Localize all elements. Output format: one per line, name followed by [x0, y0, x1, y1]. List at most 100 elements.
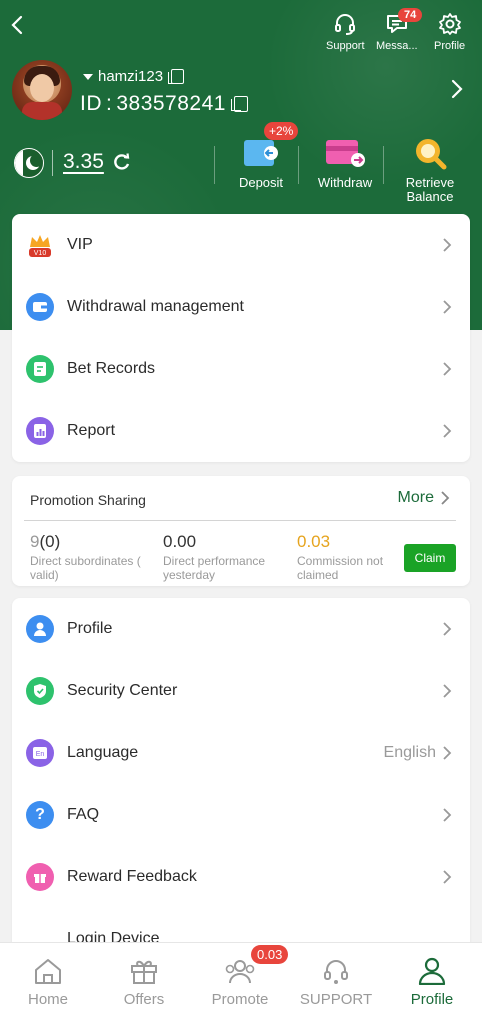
chevron-right-icon	[443, 746, 452, 760]
user-icon	[418, 957, 446, 985]
deposit-button[interactable]: Deposit	[232, 136, 290, 190]
copy-id-icon[interactable]	[230, 96, 248, 112]
chevron-right-icon	[443, 870, 452, 884]
profile-top-button[interactable]: Profile	[434, 12, 465, 52]
question-icon: ?	[26, 801, 54, 829]
chevron-right-icon	[443, 622, 452, 636]
user-id-row: ID: 383578241	[80, 92, 248, 116]
tab-offers[interactable]: Offers	[96, 957, 192, 1008]
tab-home[interactable]: Home	[0, 957, 96, 1008]
messages-badge: 74	[398, 8, 423, 22]
report-chart-icon	[26, 417, 54, 445]
profile-top-label: Profile	[434, 40, 466, 52]
wallet-icon	[26, 293, 54, 321]
menu-item-bet-records[interactable]: Bet Records	[12, 338, 470, 400]
promotion-sharing-card: Promotion Sharing More 9(0) Direct subor…	[12, 476, 470, 586]
promote-people-icon	[225, 960, 255, 984]
tab-support[interactable]: SUPPORT	[288, 957, 384, 1008]
action-separator	[214, 146, 215, 184]
tab-label: SUPPORT	[299, 991, 373, 1008]
menu-item-label: VIP	[67, 236, 93, 253]
gift-box-icon	[131, 960, 157, 984]
chevron-right-icon	[443, 238, 452, 252]
performance-stat: 0.00 Direct performance yesterday	[163, 532, 287, 582]
menu-item-reward-feedback[interactable]: Reward Feedback	[12, 846, 470, 908]
deposit-bonus-badge: +2%	[264, 122, 299, 140]
performance-value: 0.00	[163, 532, 197, 551]
language-value: English	[383, 744, 436, 761]
menu-item-report[interactable]: Report	[12, 400, 470, 462]
deposit-wallet-icon	[244, 140, 278, 166]
back-button[interactable]	[8, 14, 32, 38]
chevron-right-icon	[443, 300, 452, 314]
subordinates-stat: 9(0) Direct subordinates ( valid)	[30, 532, 160, 582]
chevron-right-icon	[443, 684, 452, 698]
menu-item-label: FAQ	[67, 806, 100, 823]
svg-text:V10: V10	[34, 250, 47, 257]
menu-item-label: Bet Records	[67, 360, 156, 377]
shield-icon	[26, 677, 54, 705]
messages-top-button[interactable]: Messa... 74	[376, 8, 423, 52]
chevron-right-icon	[441, 491, 450, 505]
settings-menu-card: Profile Security Center En Language Engl…	[12, 598, 470, 958]
user-id-value: 383578241	[116, 92, 226, 115]
menu-item-faq[interactable]: ? FAQ	[12, 784, 470, 846]
avatar[interactable]	[12, 60, 72, 120]
menu-item-label: Report	[67, 422, 116, 439]
refresh-icon[interactable]	[112, 152, 132, 177]
menu-item-label: Withdrawal management	[67, 298, 244, 315]
tab-label: Offers	[123, 991, 165, 1008]
username-row: hamzi123	[82, 68, 185, 85]
balance-value: 3.35	[63, 150, 104, 173]
menu-item-label: Profile	[67, 620, 113, 637]
balance-divider	[52, 150, 53, 176]
vip-crown-icon: V10	[26, 231, 54, 259]
username: hamzi123	[98, 68, 164, 85]
menu-item-language[interactable]: En Language English	[12, 722, 470, 784]
promote-badge: 0.03	[251, 945, 289, 964]
retrieve-balance-label: Retrieve Balance	[405, 175, 455, 204]
support-top-label: Support	[326, 40, 365, 52]
menu-item-label: Security Center	[67, 682, 178, 699]
action-separator	[298, 146, 299, 184]
messages-top-label: Messa...	[376, 40, 418, 52]
tab-label: Home	[27, 991, 68, 1008]
promotion-divider	[24, 520, 456, 521]
copy-username-icon[interactable]	[168, 69, 185, 84]
back-arrow-icon	[11, 15, 23, 35]
promotion-more-label: More	[397, 489, 434, 506]
menu-item-security-center[interactable]: Security Center	[12, 660, 470, 722]
withdraw-button[interactable]: Withdraw	[312, 136, 378, 190]
tab-promote[interactable]: Promote	[192, 957, 288, 1008]
menu-item-profile[interactable]: Profile	[12, 598, 470, 660]
profile-detail-chevron-icon[interactable]	[450, 78, 464, 105]
gear-icon	[438, 13, 461, 35]
records-icon	[26, 355, 54, 383]
promotion-title: Promotion Sharing	[30, 492, 146, 508]
pakistan-flag-icon	[14, 148, 44, 178]
subordinates-desc: Direct subordinates ( valid)	[30, 554, 141, 582]
chevron-right-icon	[443, 808, 452, 822]
promotion-more-link[interactable]: More	[398, 489, 450, 507]
subordinates-valid: (0)	[39, 532, 61, 551]
gift-icon	[26, 863, 54, 891]
user-icon	[26, 615, 54, 643]
headset-icon	[335, 14, 356, 35]
main-menu-card: V10 VIP Withdrawal management Bet Record…	[12, 214, 470, 462]
menu-item-label: Reward Feedback	[67, 868, 197, 885]
deposit-label: Deposit	[238, 175, 284, 190]
support-top-button[interactable]: Support	[326, 12, 365, 52]
bottom-tab-bar: Home Offers Promote SUPPORT Profile	[0, 942, 482, 1024]
tab-label: Profile	[410, 991, 454, 1008]
claim-button[interactable]: Claim	[404, 544, 456, 572]
chevron-right-icon	[443, 424, 452, 438]
tab-label: Promote	[211, 991, 269, 1008]
retrieve-balance-button[interactable]: Retrieve Balance	[398, 136, 462, 204]
tab-profile[interactable]: Profile	[384, 957, 480, 1008]
menu-item-label: Language	[67, 744, 139, 761]
commission-value: 0.03	[297, 532, 331, 551]
menu-item-withdrawal-management[interactable]: Withdrawal management	[12, 276, 470, 338]
withdraw-label: Withdraw	[317, 175, 373, 190]
caret-down-icon	[83, 73, 93, 80]
menu-item-vip[interactable]: V10 VIP	[12, 214, 470, 276]
